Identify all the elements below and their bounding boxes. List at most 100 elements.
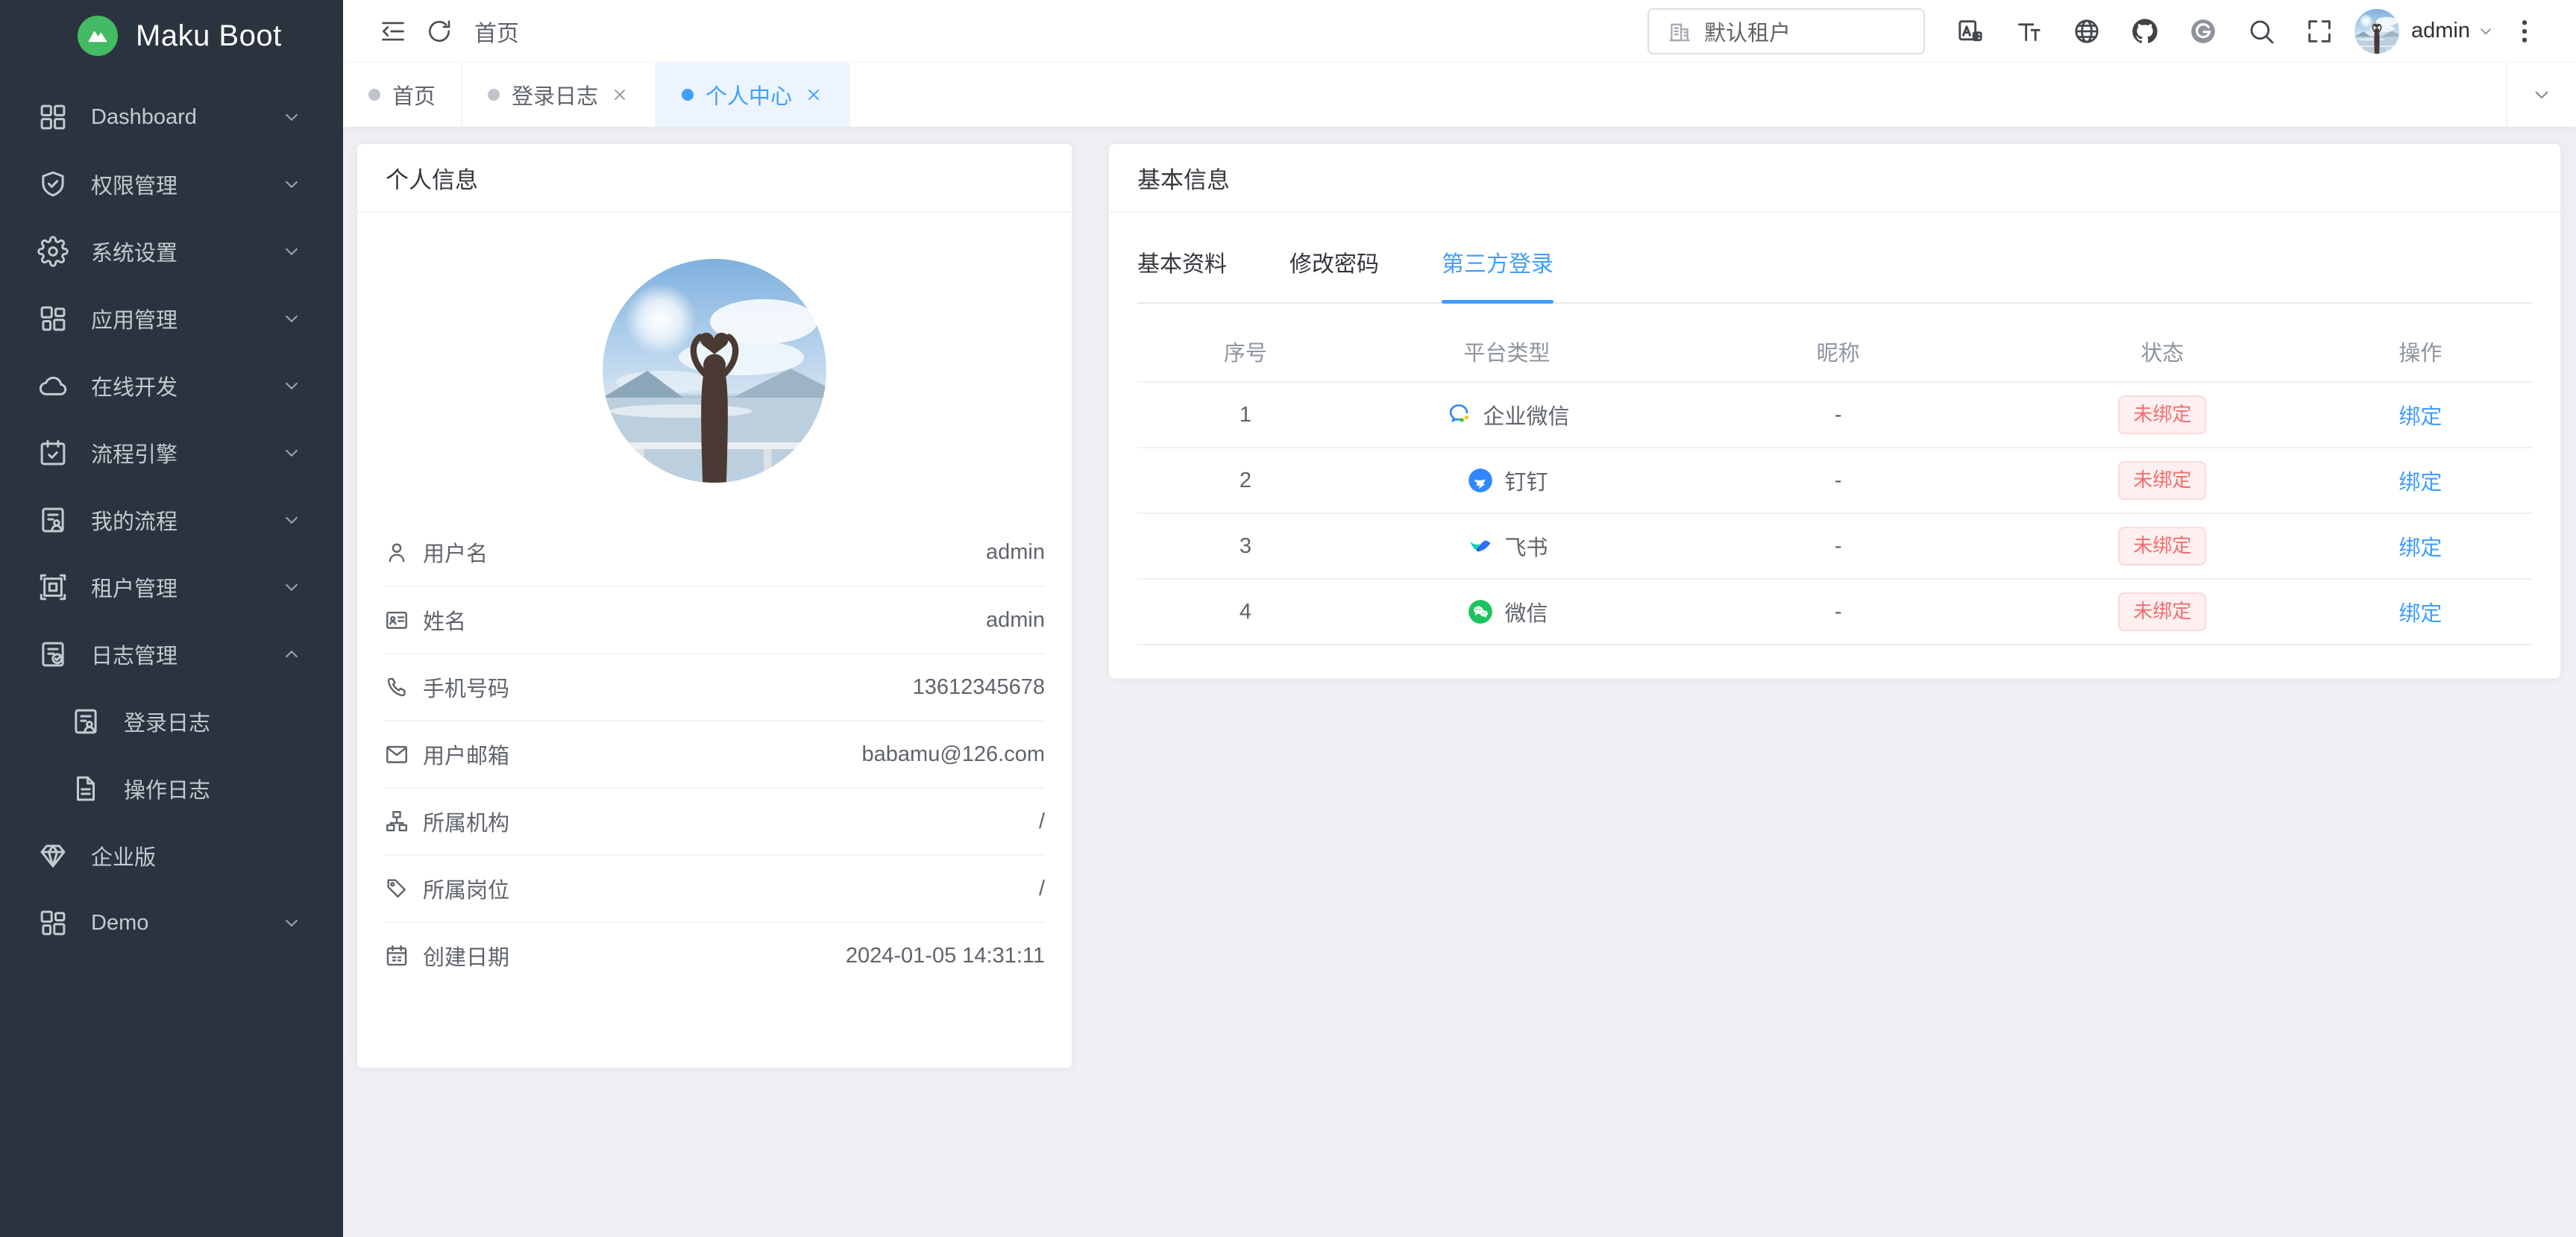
tab-dot	[682, 89, 694, 101]
search-button[interactable]	[2232, 0, 2290, 63]
fullscreen-button[interactable]	[2290, 0, 2349, 63]
collapse-sidebar-button[interactable]	[370, 0, 416, 63]
chevron-down-icon	[280, 173, 303, 195]
field-label: 用户邮箱	[423, 739, 509, 770]
profile-fields: 用户名 admin 姓名 admin 手机号码 13612345678 用户邮箱…	[357, 519, 1072, 989]
refresh-button[interactable]	[416, 0, 462, 63]
sidebar-item-tenant-management[interactable]: 租户管理	[0, 554, 343, 621]
nickname-cell: -	[1660, 600, 2016, 624]
sidebar-item-permissions[interactable]: 权限管理	[0, 151, 343, 218]
sidebar-item-demo[interactable]: Demo	[0, 889, 343, 956]
platform-name: 企业微信	[1483, 399, 1570, 430]
more-menu-button[interactable]	[2495, 0, 2554, 63]
row-index: 3	[1137, 534, 1354, 559]
tab-label: 首页	[392, 79, 436, 110]
text-size-button[interactable]	[1999, 0, 2058, 63]
table-header-row: 序号 平台类型 昵称 状态 操作	[1137, 322, 2532, 383]
sidebar-item-label: 日志管理	[91, 639, 178, 670]
bind-link[interactable]: 绑定	[2398, 399, 2442, 430]
bind-link[interactable]: 绑定	[2398, 465, 2442, 496]
mail-icon	[384, 742, 409, 767]
document-check-icon	[37, 639, 69, 670]
status-cell: 未绑定	[2016, 527, 2309, 566]
gitee-button[interactable]	[2174, 0, 2232, 63]
chevron-down-icon	[280, 240, 303, 263]
header-actions: 默认租户 admin	[1647, 0, 2554, 63]
bind-link[interactable]: 绑定	[2398, 596, 2442, 627]
chevron-up-icon	[280, 643, 303, 666]
language-button[interactable]	[2058, 0, 2116, 63]
field-label: 手机号码	[423, 671, 509, 703]
platform-cell: 微信	[1354, 596, 1660, 627]
tab-basic-profile[interactable]: 基本资料	[1137, 245, 1227, 302]
field-value: 2024-01-05 14:31:11	[846, 944, 1045, 968]
table-row: 2 钉钉 - 未绑定 绑定	[1137, 448, 2532, 514]
top-header: 首页 默认租户 admin	[343, 0, 2576, 63]
sidebar-item-my-workflows[interactable]: 我的流程	[0, 486, 343, 554]
calendar-icon	[384, 943, 409, 968]
column-header: 操作	[2309, 336, 2532, 367]
tab-overflow-button[interactable]	[2506, 63, 2576, 127]
document-user-icon	[37, 504, 69, 536]
sidebar-item-system-settings[interactable]: 系统设置	[0, 218, 343, 285]
sidebar-item-dashboard[interactable]: Dashboard	[0, 84, 343, 151]
sidebar-item-label: 操作日志	[124, 773, 210, 804]
status-cell: 未绑定	[2016, 592, 2309, 631]
org-tree-icon	[384, 809, 409, 834]
sidebar-item-label: Demo	[91, 911, 148, 936]
platform-name: 飞书	[1505, 530, 1548, 562]
sidebar-item-login-log[interactable]: 登录日志	[0, 688, 343, 755]
sidebar-item-operation-log[interactable]: 操作日志	[0, 755, 343, 822]
sidebar-item-workflow-engine[interactable]: 流程引擎	[0, 419, 343, 486]
column-header: 状态	[2016, 336, 2309, 367]
sidebar: Maku Boot Dashboard 权限管理 系统设置 应用管理 在线开发	[0, 0, 343, 1237]
sidebar-item-label: 在线开发	[91, 370, 178, 401]
chevron-down-icon	[280, 509, 303, 531]
tenant-select[interactable]: 默认租户	[1647, 8, 1925, 54]
field-label: 所属岗位	[423, 873, 509, 904]
action-cell: 绑定	[2309, 530, 2532, 562]
sidebar-item-log-management[interactable]: 日志管理	[0, 621, 343, 688]
tab-label: 个人中心	[706, 79, 792, 110]
field-value: 13612345678	[913, 675, 1045, 700]
field-value: babamu@126.com	[862, 742, 1045, 767]
status-badge: 未绑定	[2118, 395, 2206, 434]
sidebar-item-label: 权限管理	[91, 169, 178, 200]
close-icon[interactable]	[610, 85, 629, 104]
translate-button[interactable]	[1941, 0, 1999, 63]
tab-change-password[interactable]: 修改密码	[1289, 245, 1379, 302]
field-label: 创建日期	[423, 940, 509, 971]
column-header: 平台类型	[1354, 336, 1660, 367]
chevron-down-icon	[280, 912, 303, 934]
tag-icon	[384, 876, 409, 901]
grid-icon	[37, 101, 69, 133]
field-organization: 所属机构 /	[384, 787, 1045, 854]
tab-home[interactable]: 首页	[343, 63, 462, 127]
close-icon[interactable]	[804, 85, 823, 104]
sidebar-item-app-management[interactable]: 应用管理	[0, 285, 343, 352]
field-username: 用户名 admin	[384, 519, 1045, 586]
sidebar-item-label: 我的流程	[91, 504, 178, 536]
user-menu[interactable]: admin	[2354, 9, 2495, 54]
tab-profile-center[interactable]: 个人中心	[656, 63, 850, 127]
row-index: 4	[1137, 600, 1354, 624]
bind-link[interactable]: 绑定	[2398, 530, 2442, 562]
sidebar-item-label: 系统设置	[91, 236, 178, 267]
sidebar-item-enterprise[interactable]: 企业版	[0, 822, 343, 889]
app-logo[interactable]: Maku Boot	[0, 0, 343, 72]
chevron-down-icon	[280, 375, 303, 397]
diamond-icon	[37, 840, 69, 871]
sidebar-item-online-dev[interactable]: 在线开发	[0, 352, 343, 419]
row-index: 1	[1137, 403, 1354, 428]
tab-third-party-login[interactable]: 第三方登录	[1442, 245, 1554, 302]
column-header: 昵称	[1660, 336, 2016, 367]
nickname-cell: -	[1660, 534, 2016, 559]
document-user-icon	[70, 706, 101, 737]
calendar-check-icon	[37, 437, 69, 469]
page-content: 个人信息 用户名 admin 姓名 admin 手机号码 136	[343, 127, 2576, 1237]
github-button[interactable]	[2116, 0, 2174, 63]
basic-info-card: 基本信息 基本资料 修改密码 第三方登录 序号 平台类型 昵称 状态 操作	[1108, 143, 2561, 679]
collapse-sidebar-icon	[379, 17, 407, 46]
third-party-table: 序号 平台类型 昵称 状态 操作 1 企业微信 - 未绑定	[1137, 322, 2532, 645]
tab-login-log[interactable]: 登录日志	[462, 63, 656, 127]
